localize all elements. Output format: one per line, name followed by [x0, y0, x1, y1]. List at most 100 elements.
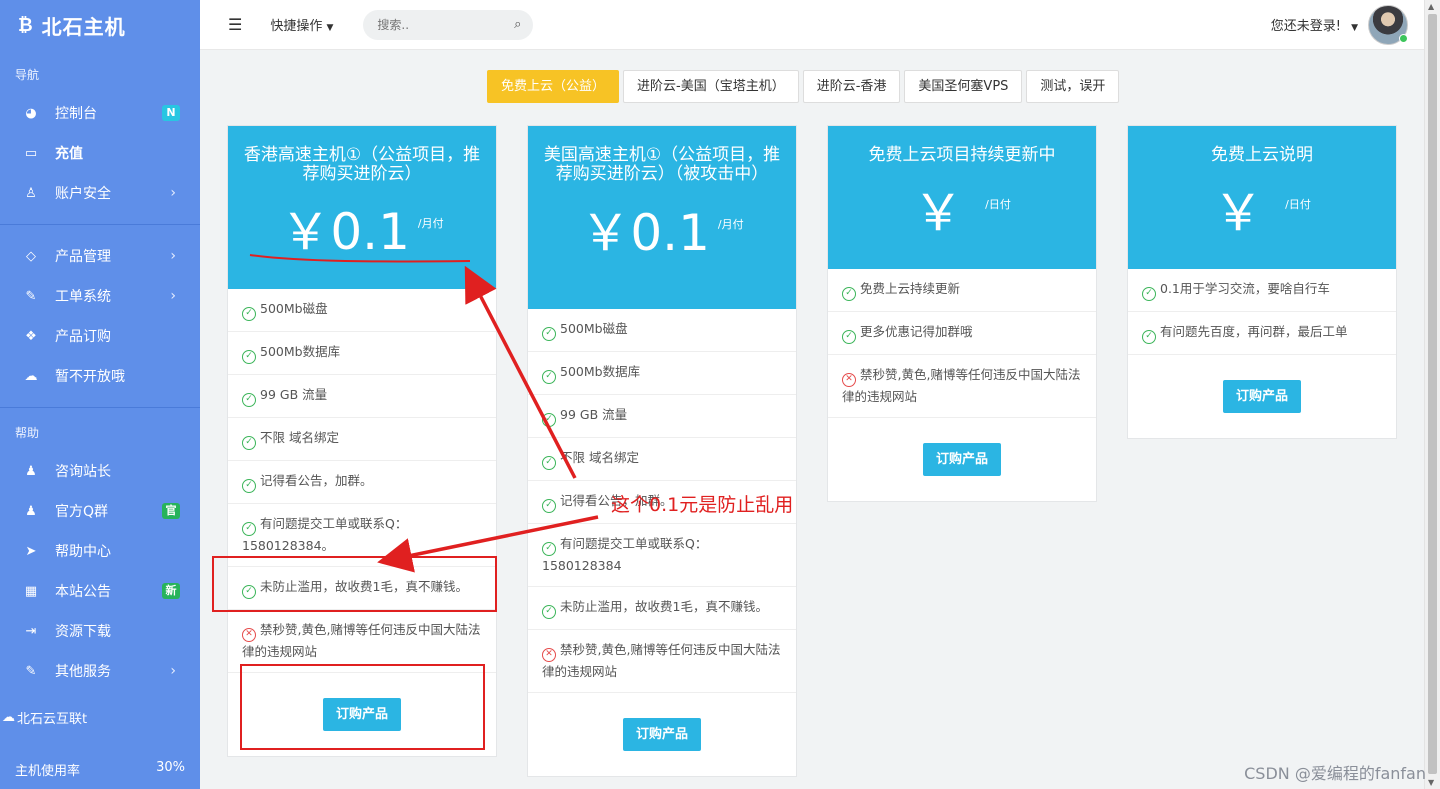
feature-text: 不限 域名绑定	[560, 450, 639, 465]
price-value: ￥	[913, 184, 964, 242]
price-value: ￥	[1213, 184, 1264, 242]
menu-toggle-icon[interactable]: ☰	[228, 15, 242, 34]
search-input[interactable]	[377, 17, 515, 32]
price-unit: /日付	[985, 198, 1011, 211]
sidebar-item-label: 资源下载	[55, 624, 111, 640]
feature-item: ✓ 未防止滥用，故收费1毛，真不赚钱。	[528, 587, 796, 630]
calendar-icon: ▦	[24, 583, 38, 599]
sidebar-item-label: 咨询站长	[55, 464, 111, 480]
quick-actions-dropdown[interactable]: 快捷操作 ▼	[270, 15, 333, 34]
order-product-button[interactable]: 订购产品	[922, 443, 1001, 476]
search-icon[interactable]: ⌕	[514, 17, 521, 32]
sidebar-item-label: 其他服务	[55, 664, 111, 680]
feature-text: 0.1用于学习交流，要啥自行车	[1160, 281, 1330, 296]
feature-item: ✓ 免费上云持续更新	[828, 269, 1096, 312]
sidebar-item-recharge[interactable]: ▭ 充值	[0, 133, 200, 173]
help-section-title: 帮助	[15, 426, 40, 440]
check-circle-icon: ✓	[242, 522, 256, 536]
tab-free-cloud[interactable]: 免费上云（公益）	[487, 70, 620, 103]
quick-actions-label: 快捷操作	[270, 19, 323, 34]
feature-text: 99 GB 流量	[560, 407, 628, 422]
footer-link-label: 北石云互联t	[17, 712, 88, 727]
edit-icon: ✎	[25, 663, 37, 679]
caret-down-icon: ▼	[326, 23, 334, 33]
card-title: 香港高速主机①（公益项目，推荐购买进阶云）	[243, 145, 481, 184]
sidebar-item-account-security[interactable]: ♙ 账户安全 ›	[0, 173, 200, 213]
feature-item: ✕ 禁秒赞,黄色,赌博等任何违反中国大陆法律的违规网站	[828, 355, 1096, 418]
feature-item: ✓ 99 GB 流量	[528, 395, 796, 438]
check-circle-icon: ✓	[542, 413, 556, 427]
scrollbar-thumb[interactable]	[1428, 14, 1437, 774]
check-circle-icon: ✓	[542, 542, 556, 556]
sidebar-footer-link[interactable]: ☁ 北石云互联t	[0, 708, 87, 727]
check-circle-icon: ✓	[242, 585, 256, 599]
buy-wrap: 订购产品	[528, 693, 796, 776]
chevron-right-icon: ›	[170, 185, 176, 201]
sidebar-item-label: 工单系统	[55, 289, 111, 305]
order-product-button[interactable]: 订购产品	[622, 718, 701, 751]
feature-text: 500Mb磁盘	[560, 321, 628, 336]
sidebar-item-product-management[interactable]: ◇ 产品管理 ›	[0, 236, 200, 276]
scroll-down-icon[interactable]: ▼	[1428, 778, 1434, 787]
page-scrollbar[interactable]: ▲ ▼	[1424, 0, 1440, 789]
sidebar-item-dashboard[interactable]: ◕ 控制台 N	[0, 93, 200, 133]
feature-item: ✓ 有问题提交工单或联系Q：1580128384	[528, 524, 796, 587]
sidebar-item-help-center[interactable]: ➤ 帮助中心	[0, 531, 200, 571]
price-unit: /月付	[417, 217, 444, 230]
feature-text: 不限 域名绑定	[260, 430, 339, 445]
order-product-button[interactable]: 订购产品	[1222, 380, 1301, 413]
tab-test[interactable]: 测试，误开	[1026, 70, 1120, 103]
usage-label: 主机使用率	[15, 764, 81, 779]
tab-advanced-us[interactable]: 进阶云-美国（宝塔主机）	[623, 70, 799, 103]
pricing-card-updates: 免费上云项目持续更新中 ￥ /日付 ✓ 免费上云持续更新 ✓ 更多优惠记得加群哦 ✕…	[827, 125, 1097, 502]
new-badge: N	[162, 105, 180, 121]
sidebar-item-label: 产品管理	[55, 249, 111, 265]
feature-item: ✕ 禁秒赞,黄色,赌博等任何违反中国大陆法律的违规网站	[528, 630, 796, 693]
login-dropdown[interactable]: 您还未登录! ▼	[1271, 15, 1358, 34]
tab-advanced-hk[interactable]: 进阶云-香港	[802, 70, 901, 103]
edit-icon: ✎	[25, 288, 37, 304]
card-title: 免费上云说明	[1211, 145, 1313, 165]
feature-text: 记得看公告，加群。	[260, 473, 373, 488]
caret-down-icon: ▼	[1351, 23, 1358, 33]
price-unit: /月付	[717, 218, 744, 231]
sidebar-item-downloads[interactable]: ⇥ 资源下载	[0, 611, 200, 651]
feature-text: 未防止滥用，故收费1毛，真不赚钱。	[260, 579, 468, 594]
sidebar-item-tickets[interactable]: ✎ 工单系统 ›	[0, 276, 200, 316]
price-value: ￥0.1	[580, 204, 710, 262]
card-title: 免费上云项目持续更新中	[868, 145, 1056, 165]
buy-wrap: 订购产品	[1128, 355, 1396, 438]
sidebar-item-label: 产品订购	[55, 329, 111, 345]
check-circle-icon: ✓	[542, 499, 556, 513]
feature-item: ✓ 99 GB 流量	[228, 375, 496, 418]
diamond-icon: ◇	[26, 248, 36, 264]
check-circle-icon: ✓	[542, 370, 556, 384]
dropbox-icon: ❖	[25, 328, 37, 344]
feature-item: ✓ 0.1用于学习交流，要啥自行车	[1128, 269, 1396, 312]
feature-item: ✓ 不限 域名绑定	[228, 418, 496, 461]
close-circle-icon: ✕	[242, 628, 256, 642]
tab-us-san-jose-vps[interactable]: 美国圣何塞VPS	[904, 70, 1023, 103]
buy-wrap: 订购产品	[828, 418, 1096, 501]
cloud-icon: ☁	[2, 710, 15, 725]
feature-text: 禁秒赞,黄色,赌博等任何违反中国大陆法律的违规网站	[242, 622, 481, 659]
order-product-button[interactable]: 订购产品	[322, 698, 401, 731]
card-price: ￥0.1 /月付	[242, 199, 482, 257]
sidebar-item-not-open[interactable]: ☁ 暂不开放哦	[0, 356, 200, 396]
feature-item: ✓ 500Mb磁盘	[528, 309, 796, 352]
sidebar-item-label: 暂不开放哦	[55, 369, 125, 385]
check-circle-icon: ✓	[242, 436, 256, 450]
check-circle-icon: ✓	[842, 287, 856, 301]
check-circle-icon: ✓	[542, 456, 556, 470]
sidebar-item-other-services[interactable]: ✎ 其他服务 ›	[0, 651, 200, 691]
sidebar-item-announcements[interactable]: ▦ 本站公告 新	[0, 571, 200, 611]
brand[interactable]: ₿ 北石主机	[0, 0, 200, 50]
pricing-card-explanation: 免费上云说明 ￥ /日付 ✓ 0.1用于学习交流，要啥自行车 ✓ 有问题先百度，再问…	[1127, 125, 1397, 439]
scroll-up-icon[interactable]: ▲	[1428, 2, 1434, 11]
sidebar-item-order-product[interactable]: ❖ 产品订购	[0, 316, 200, 356]
annotation-text: 这个0.1元是防止乱用	[611, 494, 794, 516]
sidebar-item-qq-group[interactable]: ♟ 官方Q群 官	[0, 491, 200, 531]
usage-value: 30%	[156, 760, 185, 775]
sidebar-item-consult[interactable]: ♟ 咨询站长	[0, 451, 200, 491]
card-header: 免费上云说明 ￥ /日付	[1128, 126, 1396, 269]
